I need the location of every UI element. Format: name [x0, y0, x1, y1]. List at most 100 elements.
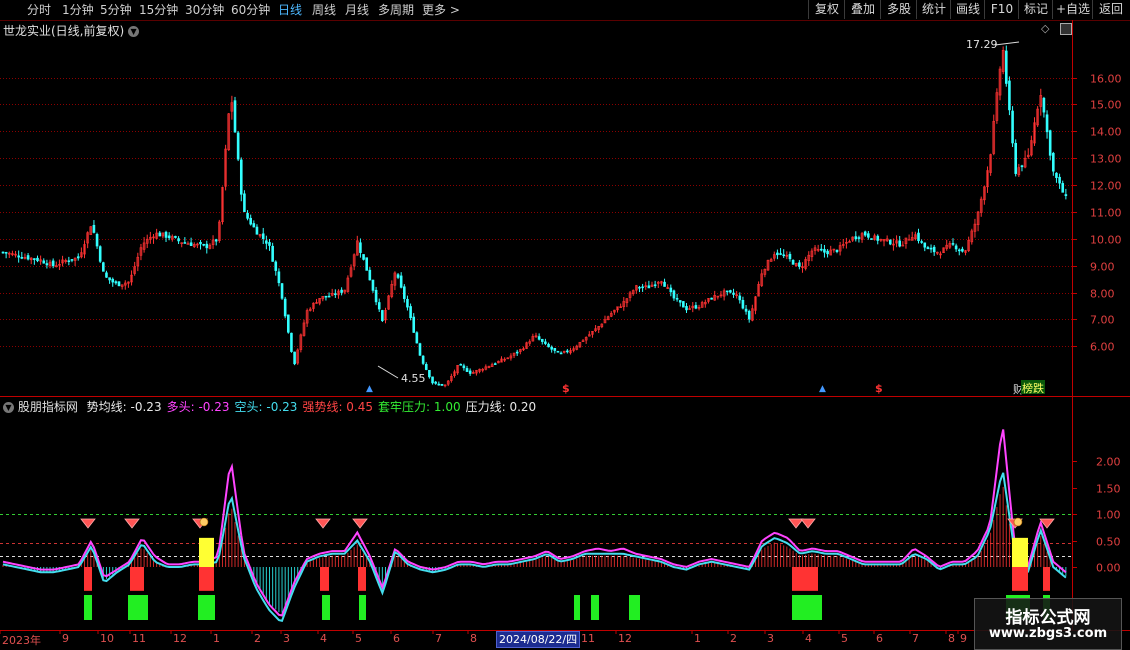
pressure-signal-bar	[84, 595, 92, 620]
x-axis-label: 3	[283, 632, 290, 645]
candle-body	[863, 231, 867, 236]
strong-signal-bar	[792, 567, 818, 591]
candle-body	[685, 306, 688, 311]
y-tick-label: 2.00	[1096, 456, 1121, 469]
candle-body	[111, 278, 115, 283]
candle-body	[359, 242, 362, 253]
pressure-signal-bar	[629, 595, 640, 620]
candle-body	[675, 298, 679, 300]
candle-body	[76, 256, 80, 259]
rank-marker[interactable]: 榜跌	[1021, 380, 1045, 395]
x-axis-label: 2	[254, 632, 261, 645]
candle-body	[277, 271, 281, 284]
up-marker-icon[interactable]: ▲	[819, 384, 826, 394]
candle-body	[678, 300, 682, 303]
y-tick-label: 0.00	[1096, 562, 1121, 575]
y-tick-label: 1.50	[1096, 483, 1121, 496]
x-axis-label: 9	[960, 632, 967, 645]
yellow-signal-bar	[1012, 537, 1028, 567]
x-axis-label: 4	[805, 632, 812, 645]
candle-body	[98, 246, 102, 262]
candle-body	[236, 132, 240, 160]
x-axis-label: 4	[320, 632, 327, 645]
candle-body	[776, 252, 779, 256]
y-tick-label: 14.00	[1090, 126, 1122, 139]
diamond-signal-icon	[315, 518, 331, 529]
candle-body	[205, 243, 209, 249]
dollar-marker-icon[interactable]: $	[562, 382, 570, 395]
candle-body	[327, 295, 331, 298]
candle-body	[638, 286, 641, 289]
candle-body	[406, 298, 409, 308]
candle-body	[114, 281, 118, 284]
candle-body	[431, 376, 434, 384]
x-axis-label: 5	[841, 632, 848, 645]
pressure-signal-bar	[128, 595, 148, 620]
strong-signal-bar	[84, 567, 92, 591]
high-arrow	[994, 41, 1020, 46]
x-axis-label: 8	[470, 632, 477, 645]
candle-body	[287, 314, 290, 333]
candle-body	[459, 363, 463, 366]
candle-body	[1008, 80, 1011, 111]
candle-body	[20, 257, 24, 259]
candle-body	[1020, 165, 1024, 168]
candle-body	[51, 260, 55, 267]
candle-body	[867, 233, 870, 238]
candle-body	[547, 343, 550, 348]
candle-body	[468, 370, 472, 374]
up-marker-icon[interactable]: ▲	[366, 384, 373, 394]
candle-body	[923, 242, 927, 248]
candle-body	[17, 255, 20, 258]
pressure-signal-bar	[359, 595, 366, 620]
candle-body	[412, 316, 416, 333]
x-axis-label: 1	[694, 632, 701, 645]
candle-body	[95, 233, 99, 247]
y-tick-label: 10.00	[1090, 234, 1122, 247]
x-axis-label: 2	[730, 632, 737, 645]
candle-body	[725, 290, 729, 293]
candle-body	[738, 295, 742, 301]
kline-chart[interactable]: 16.0015.0014.0013.0012.0011.0010.009.008…	[0, 0, 1130, 650]
candle-body	[164, 231, 168, 238]
x-axis-label: 12	[173, 632, 187, 645]
indicator-series	[2, 429, 1067, 622]
diamond-signal-icon	[124, 518, 140, 529]
candle-body	[371, 279, 375, 291]
candle-body	[340, 289, 343, 293]
high-price-label: 17.29	[966, 38, 998, 51]
candle-body	[1055, 172, 1058, 178]
watermark-title: 指标公式网	[1005, 608, 1091, 628]
candle-body	[870, 238, 873, 240]
pressure-signal-bar	[322, 595, 330, 620]
dollar-marker-icon[interactable]: $	[875, 382, 883, 395]
x-axis-label: 6	[393, 632, 400, 645]
candle-body	[183, 242, 187, 244]
candle-body	[898, 240, 901, 247]
candle-body	[396, 274, 400, 278]
low-arrow	[377, 365, 399, 379]
strong-signal-bar	[199, 567, 214, 591]
candle-body	[826, 250, 829, 255]
candle-body	[741, 299, 745, 309]
candle-body	[424, 364, 428, 370]
candle-body	[961, 248, 964, 252]
pressure-signal-bar	[198, 595, 215, 620]
candle-body	[729, 290, 732, 293]
diamond-signal-icon	[80, 518, 96, 529]
axes: 16.00 15.00 14.00 13.00 12.00 11.00 10.00 9.00 8…	[0, 20, 1130, 634]
candle-body	[917, 232, 920, 242]
candle-body	[189, 242, 193, 246]
candle-body	[663, 281, 666, 287]
candle-body	[465, 368, 469, 372]
candle-body	[374, 289, 378, 303]
candle-body	[246, 212, 249, 219]
y-tick-label: 9.00	[1090, 261, 1115, 274]
candle-body	[462, 365, 466, 369]
x-axis-label: 7	[912, 632, 919, 645]
candle-body	[641, 286, 644, 289]
candle-body	[271, 245, 274, 262]
candle-body	[199, 241, 202, 245]
diamond-signal-icon	[800, 518, 816, 529]
y-tick-label: 7.00	[1090, 314, 1115, 327]
